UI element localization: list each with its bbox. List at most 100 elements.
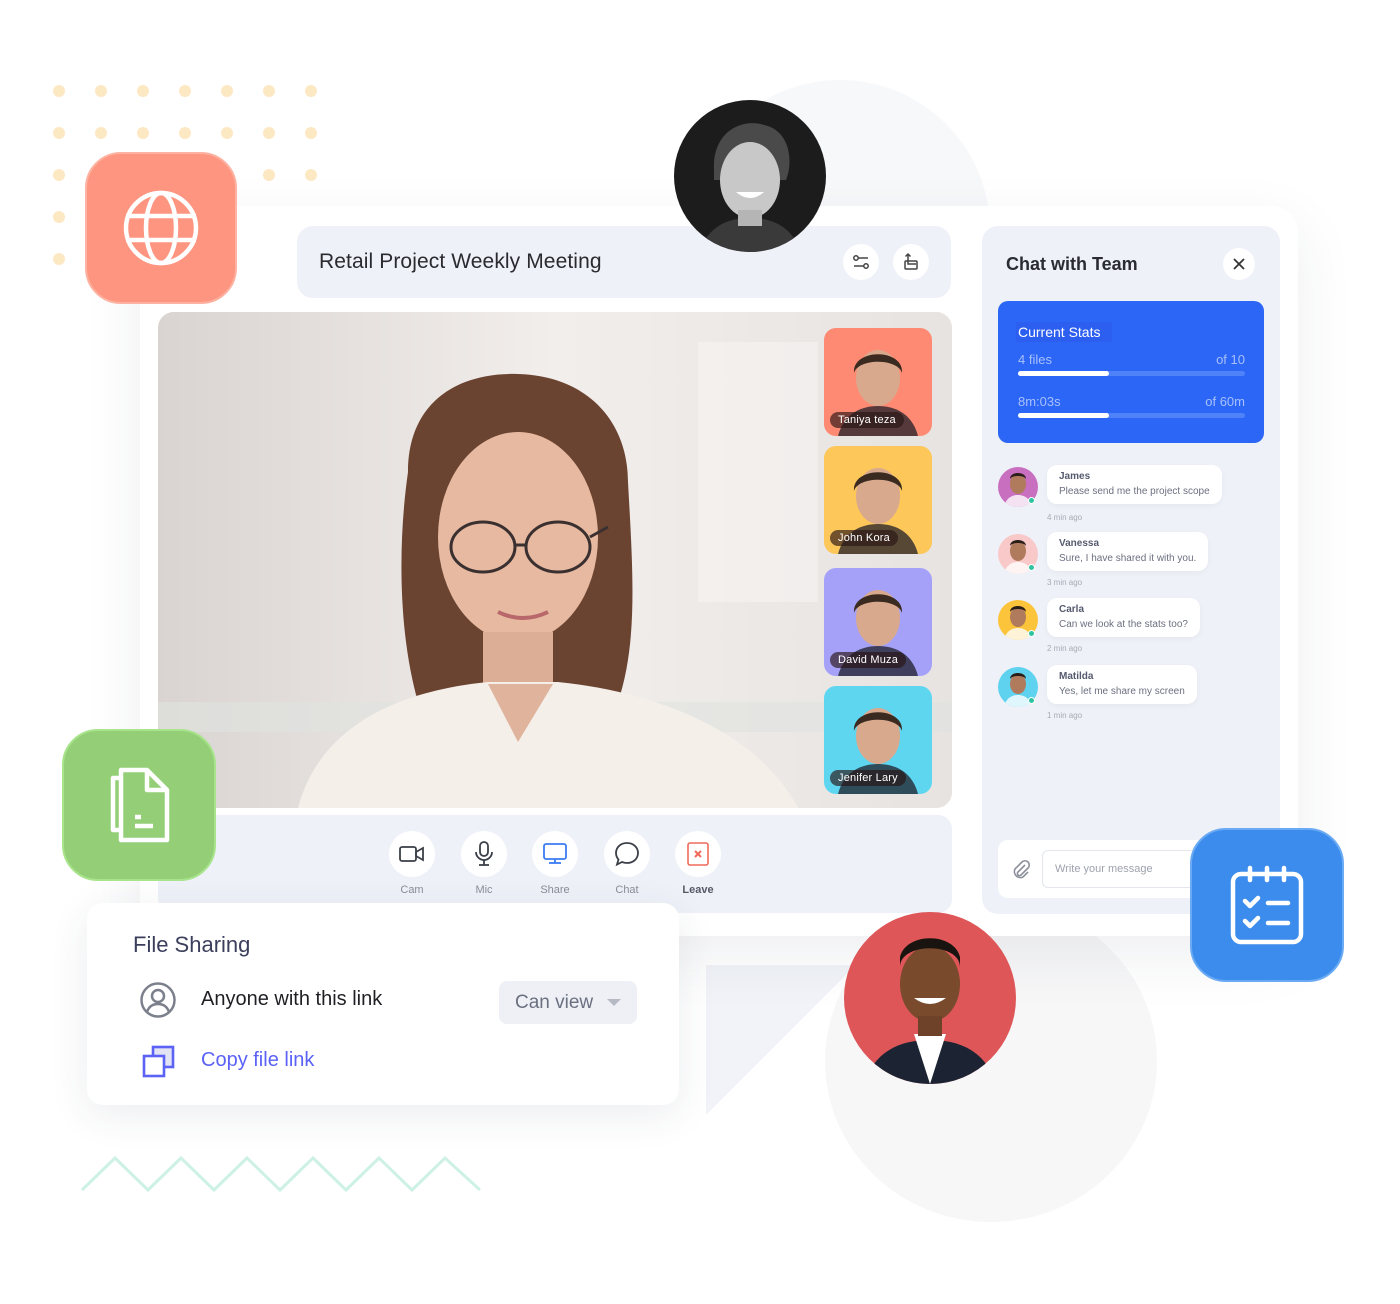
online-status-dot — [1028, 564, 1035, 571]
online-status-dot — [1028, 697, 1035, 704]
share-export-icon — [904, 252, 918, 270]
decorative-dot — [53, 253, 65, 265]
chat-panel: Chat with Team Current Stats 4 files of … — [982, 226, 1280, 914]
chat-label: Chat — [615, 884, 639, 896]
mic-label: Mic — [475, 884, 493, 896]
online-status-dot — [1028, 630, 1035, 637]
avatar-photo — [844, 912, 1016, 1084]
decorative-dot — [137, 85, 149, 97]
message-time: 4 min ago — [1047, 513, 1083, 522]
chat-control[interactable]: Chat — [603, 831, 651, 896]
cam-button[interactable] — [389, 831, 435, 877]
leave-label: Leave — [682, 884, 714, 896]
decorative-dot — [305, 85, 317, 97]
decorative-dot — [179, 85, 191, 97]
paperclip-icon[interactable] — [1010, 858, 1032, 880]
sliders-icon — [853, 255, 869, 269]
current-stats-card: Current Stats 4 files of 10 8m:03s of 60… — [998, 301, 1264, 443]
chat-title: Chat with Team — [1006, 254, 1138, 274]
leave-button[interactable] — [675, 831, 721, 877]
online-status-dot — [1028, 497, 1035, 504]
copy-icon[interactable] — [142, 1045, 176, 1079]
time-progress-fill — [1018, 413, 1109, 418]
chat-button[interactable] — [604, 831, 650, 877]
chat-bubble-icon — [615, 842, 639, 867]
close-chat-button[interactable] — [1223, 248, 1255, 280]
checklist-calendar-icon — [1230, 865, 1304, 945]
globe-icon — [123, 190, 199, 266]
decorative-dot — [263, 169, 275, 181]
time-progress-bar — [1018, 413, 1245, 418]
decorative-dot — [95, 127, 107, 139]
share-button[interactable] — [532, 831, 578, 877]
share-control[interactable]: Share — [531, 831, 579, 896]
message-text: Can we look at the stats too? — [1059, 619, 1188, 630]
share-export-button[interactable] — [893, 244, 929, 280]
participant-thumbnail[interactable]: David Muza — [824, 568, 932, 676]
stats-title: Current Stats — [1016, 322, 1113, 342]
call-control-bar: Cam Mic Share Chat Leave — [158, 815, 952, 913]
meeting-header: Retail Project Weekly Meeting — [297, 226, 951, 298]
participant-avatar-bottom — [844, 912, 1016, 1084]
files-count: 4 files — [1018, 352, 1052, 367]
sender-name: Matilda — [1059, 671, 1094, 682]
participant-thumbnail[interactable]: Jenifer Lary — [824, 686, 932, 794]
participant-thumbnail[interactable]: Taniya teza — [824, 328, 932, 436]
screen-share-icon — [543, 843, 567, 864]
decorative-dot — [221, 127, 233, 139]
decorative-dot — [263, 85, 275, 97]
decorative-dot — [305, 127, 317, 139]
decorative-dot — [95, 85, 107, 97]
files-progress-fill — [1018, 371, 1109, 376]
message-text: Sure, I have shared it with you. — [1059, 553, 1197, 564]
caret-down-icon — [607, 999, 621, 1006]
message-time: 3 min ago — [1047, 578, 1083, 587]
file-sharing-card: File Sharing Anyone with this link Can v… — [87, 903, 679, 1105]
decorative-dot — [221, 85, 233, 97]
files-total: of 10 — [1216, 352, 1245, 367]
leave-icon — [687, 842, 709, 866]
settings-button[interactable] — [843, 244, 879, 280]
decorative-dot — [53, 169, 65, 181]
user-circle-icon — [140, 982, 176, 1018]
message-bubble: James Please send me the project scope — [1047, 465, 1222, 504]
permission-value: Can view — [515, 991, 594, 1013]
mic-button[interactable] — [461, 831, 507, 877]
leave-control[interactable]: Leave — [674, 831, 722, 896]
participant-name: Taniya teza — [830, 412, 904, 428]
globe-tile — [85, 152, 237, 304]
cam-control[interactable]: Cam — [388, 831, 436, 896]
message-bubble: Vanessa Sure, I have shared it with you. — [1047, 532, 1209, 571]
link-access-label: Anyone with this link — [201, 988, 383, 1010]
participant-avatar-top — [674, 100, 826, 252]
decorative-dot — [179, 127, 191, 139]
task-calendar-tile — [1190, 828, 1344, 982]
decorative-dot — [53, 211, 65, 223]
time-total: of 60m — [1205, 394, 1245, 409]
mic-control[interactable]: Mic — [460, 831, 508, 896]
meeting-title: Retail Project Weekly Meeting — [319, 250, 602, 273]
time-elapsed: 8m:03s — [1018, 394, 1061, 409]
sender-name: Carla — [1059, 604, 1085, 615]
avatar-photo — [674, 100, 826, 252]
decorative-dot — [53, 127, 65, 139]
documents-icon — [110, 767, 170, 843]
participant-thumbnail[interactable]: John Kora — [824, 446, 932, 554]
message-bubble: Matilda Yes, let me share my screen — [1047, 665, 1197, 704]
sender-name: James — [1059, 471, 1091, 482]
files-stat: 4 files of 10 — [1018, 352, 1245, 367]
microphone-icon — [475, 841, 493, 866]
cam-label: Cam — [400, 884, 424, 896]
participant-name: Jenifer Lary — [830, 770, 906, 786]
share-label: Share — [540, 884, 570, 896]
copy-file-link[interactable]: Copy file link — [201, 1049, 314, 1072]
sender-name: Vanessa — [1059, 538, 1100, 549]
files-progress-bar — [1018, 371, 1245, 376]
video-camera-icon — [399, 846, 424, 862]
decorative-dot — [305, 169, 317, 181]
message-bubble: Carla Can we look at the stats too? — [1047, 598, 1200, 637]
permission-dropdown[interactable]: Can view — [499, 981, 637, 1024]
participant-name: John Kora — [830, 530, 898, 546]
message-time: 1 min ago — [1047, 711, 1083, 720]
decorative-dot — [53, 85, 65, 97]
